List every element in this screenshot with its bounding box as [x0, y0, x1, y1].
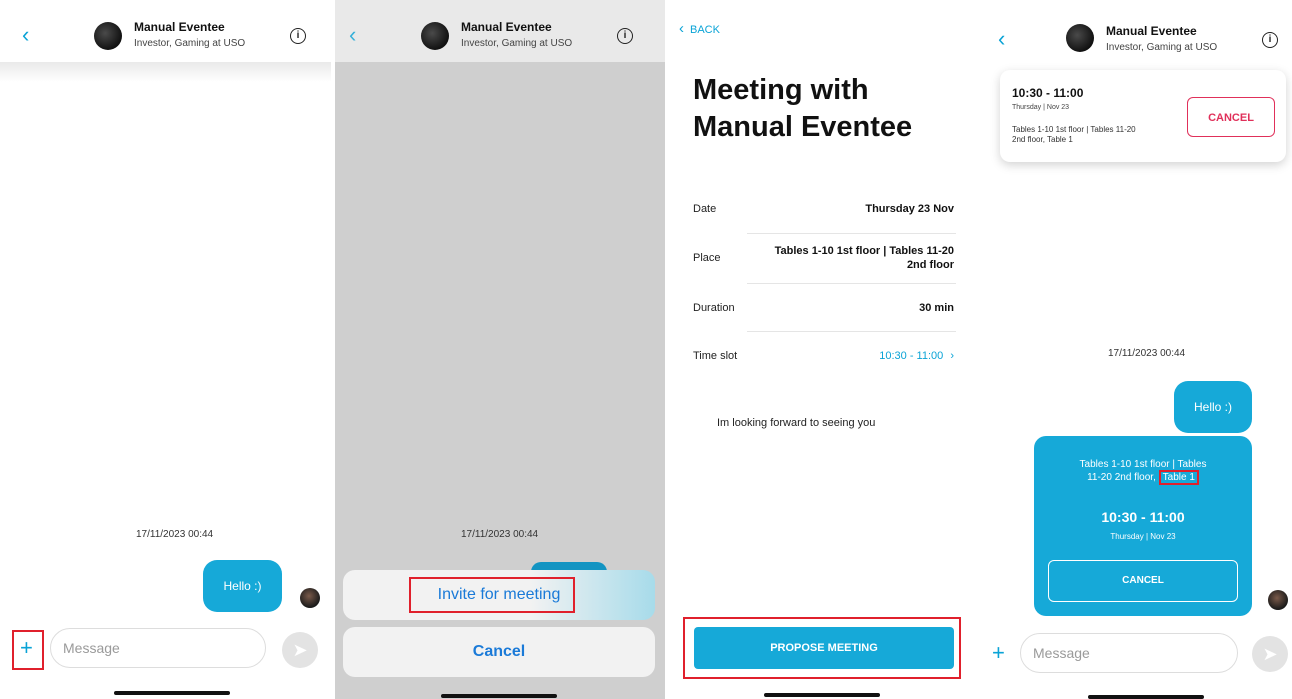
- meeting-bubble-place-line-1: Tables 1-10 1st floor | Tables: [1079, 459, 1207, 470]
- place-value-line-1: Tables 1-10 1st floor | Tables 11-20: [774, 245, 954, 257]
- info-icon[interactable]: i: [1262, 32, 1278, 48]
- meeting-card-place: Tables 1-10 1st floor | Tables 11-20 2nd…: [1012, 125, 1136, 145]
- home-indicator: [114, 691, 230, 695]
- plus-icon[interactable]: +: [20, 637, 33, 659]
- table-highlight: Table 1: [1158, 470, 1199, 485]
- cancel-button[interactable]: CANCEL: [1187, 97, 1275, 137]
- avatar[interactable]: [421, 22, 449, 50]
- meeting-form-screen: ‹ BACK Meeting with Manual Eventee Date T…: [669, 0, 974, 699]
- timestamp: 17/11/2023 00:44: [461, 529, 539, 540]
- time-slot-value: 10:30 - 11:00: [879, 350, 944, 362]
- chat-with-meeting-screen: ‹ Manual Eventee Investor, Gaming at USO…: [978, 0, 1292, 699]
- timestamp: 17/11/2023 00:44: [1108, 348, 1186, 359]
- meeting-card-time: 10:30 - 11:00: [1012, 86, 1084, 100]
- meeting-bubble-time: 10:30 - 11:00: [1101, 509, 1185, 525]
- avatar[interactable]: [1066, 24, 1094, 52]
- back-chevron-icon[interactable]: ‹: [349, 24, 356, 46]
- meeting-bubble-date: Thursday | Nov 23: [1110, 532, 1176, 541]
- date-label: Date: [693, 203, 717, 215]
- message-input[interactable]: Message: [1020, 633, 1238, 673]
- message-bubble[interactable]: Hello :): [203, 560, 282, 612]
- meeting-cancel-button[interactable]: CANCEL: [1048, 560, 1238, 602]
- contact-subtitle: Investor, Gaming at USO: [461, 38, 573, 49]
- meeting-card-place-line-2: 2nd floor, Table 1: [1012, 135, 1073, 144]
- back-button[interactable]: ‹ BACK: [679, 20, 720, 37]
- back-chevron-icon[interactable]: ‹: [998, 28, 1005, 50]
- divider: [747, 233, 956, 234]
- header-shadow: [0, 62, 331, 82]
- back-chevron-icon: ‹: [679, 20, 684, 37]
- message-bubble[interactable]: Hello :): [1174, 381, 1252, 433]
- home-indicator: [764, 693, 880, 697]
- page-title: Meeting with Manual Eventee: [693, 72, 912, 146]
- message-input[interactable]: Message: [50, 628, 266, 668]
- info-icon[interactable]: i: [617, 28, 633, 44]
- back-label: BACK: [690, 24, 720, 36]
- meeting-card-place-line-1: Tables 1-10 1st floor | Tables 11-20: [1012, 125, 1136, 134]
- timestamp: 17/11/2023 00:44: [136, 529, 214, 540]
- sender-avatar: [1268, 590, 1288, 610]
- meeting-card-date: Thursday | Nov 23: [1012, 104, 1070, 111]
- divider: [747, 331, 956, 332]
- cancel-button[interactable]: Cancel: [343, 627, 655, 677]
- duration-label: Duration: [693, 302, 735, 314]
- info-icon[interactable]: i: [290, 28, 306, 44]
- cancel-label: Cancel: [472, 643, 526, 660]
- highlight-box: [409, 577, 575, 613]
- plus-icon[interactable]: +: [992, 642, 1005, 664]
- place-value: Tables 1-10 1st floor | Tables 11-20 2nd…: [775, 244, 954, 272]
- action-sheet-screen: ‹ Manual Eventee Investor, Gaming at USO…: [335, 0, 665, 699]
- divider: [747, 283, 956, 284]
- sender-avatar: [300, 588, 320, 608]
- back-chevron-icon[interactable]: ‹: [22, 24, 29, 46]
- contact-name[interactable]: Manual Eventee: [134, 20, 225, 34]
- chevron-right-icon: ›: [950, 350, 954, 362]
- propose-meeting-button[interactable]: PROPOSE MEETING: [694, 627, 954, 669]
- time-slot-label: Time slot: [693, 350, 738, 362]
- contact-name[interactable]: Manual Eventee: [461, 20, 552, 34]
- meeting-bubble-place-line-2: 11-20 2nd floor, Table 1: [1034, 470, 1252, 485]
- meeting-note[interactable]: Im looking forward to seeing you: [717, 417, 875, 429]
- home-indicator: [1088, 695, 1204, 699]
- date-value: Thursday 23 Nov: [865, 203, 954, 215]
- meeting-card[interactable]: 10:30 - 11:00 Thursday | Nov 23 Tables 1…: [1000, 70, 1286, 162]
- send-icon[interactable]: ➤: [282, 632, 318, 668]
- title-line-2: Manual Eventee: [693, 111, 913, 143]
- meeting-bubble-place-prefix: 11-20 2nd floor,: [1087, 472, 1156, 483]
- place-label: Place: [693, 252, 721, 264]
- contact-name[interactable]: Manual Eventee: [1106, 24, 1197, 38]
- contact-subtitle: Investor, Gaming at USO: [1106, 42, 1218, 53]
- send-icon[interactable]: ➤: [1252, 636, 1288, 672]
- meeting-bubble[interactable]: Tables 1-10 1st floor | Tables 11-20 2nd…: [1034, 436, 1252, 616]
- meeting-bubble-place: Tables 1-10 1st floor | Tables 11-20 2nd…: [1034, 458, 1252, 485]
- contact-subtitle: Investor, Gaming at USO: [134, 38, 246, 49]
- time-slot-selector[interactable]: 10:30 - 11:00 ›: [879, 350, 954, 362]
- chat-screen: ‹ Manual Eventee Investor, Gaming at USO…: [0, 0, 331, 699]
- home-indicator: [441, 694, 557, 698]
- title-line-1: Meeting with: [693, 74, 869, 106]
- avatar[interactable]: [94, 22, 122, 50]
- place-value-line-2: 2nd floor: [906, 259, 954, 271]
- duration-value: 30 min: [919, 302, 954, 314]
